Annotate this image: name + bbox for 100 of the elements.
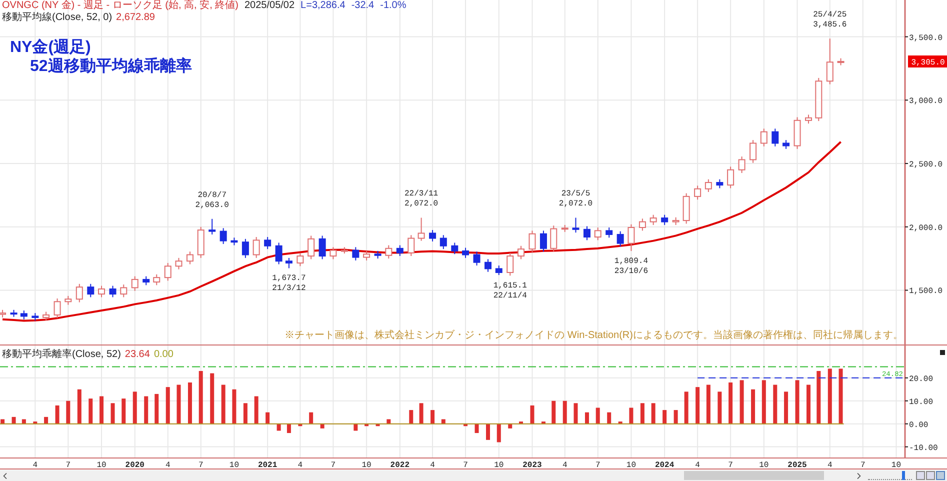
axis-label: 2,500.0 xyxy=(909,160,943,170)
candlestick xyxy=(264,236,272,250)
price-change: -32.4 xyxy=(351,0,374,12)
deviation-bar xyxy=(596,408,600,424)
deviation-bar xyxy=(386,419,391,424)
candlestick xyxy=(98,285,106,298)
candlestick xyxy=(484,258,492,272)
last-price: L=3,286.4 xyxy=(300,0,346,12)
axis-label: 10 xyxy=(626,461,636,470)
deviation-bar xyxy=(751,389,756,424)
axis-label: 7 xyxy=(860,461,866,470)
deviation-bar xyxy=(629,408,634,424)
axis-label: 4 xyxy=(828,461,832,470)
candlestick xyxy=(340,246,348,254)
axis-label: 2023 xyxy=(522,461,542,470)
scroll-thumb[interactable] xyxy=(684,471,824,480)
candlestick xyxy=(760,128,768,147)
candlestick xyxy=(716,178,724,189)
candlestick xyxy=(42,311,50,322)
deviation-bar xyxy=(221,384,226,424)
candlestick xyxy=(164,262,172,282)
annotation-label: 22/3/11 2,072.0 xyxy=(404,190,438,209)
annotation-label: 25/4/25 3,485.6 xyxy=(813,10,847,30)
candlestick xyxy=(64,295,72,306)
deviation-bar xyxy=(188,382,192,424)
annotation-label: 1,809.4 23/10/6 xyxy=(614,257,648,276)
candlestick xyxy=(440,234,447,250)
deviation-bar xyxy=(376,424,380,426)
candlestick xyxy=(131,276,138,292)
candlestick xyxy=(396,244,404,257)
candlestick xyxy=(826,38,834,85)
candlestick xyxy=(682,192,690,224)
deviation-bar xyxy=(243,403,248,424)
deviation-bar xyxy=(784,392,788,424)
candlestick xyxy=(672,216,680,226)
axis-label: 4 xyxy=(695,461,700,470)
annotation-label: 23/5/5 2,072.0 xyxy=(558,190,593,209)
candlestick xyxy=(175,257,182,270)
candlestick xyxy=(782,140,790,150)
candlestick xyxy=(661,214,668,226)
candlestick xyxy=(528,230,536,253)
deviation-bar xyxy=(486,424,490,440)
deviation-bar xyxy=(110,403,115,424)
zoom-slider[interactable] xyxy=(868,471,912,480)
deviation-bar xyxy=(718,392,722,424)
deviation-bar xyxy=(508,424,512,428)
deviation-bar xyxy=(838,368,843,424)
axis-label: 4 xyxy=(298,461,303,470)
candlestick xyxy=(650,214,657,226)
candlestick xyxy=(363,250,370,261)
candlestick xyxy=(76,283,83,303)
candlestick xyxy=(408,234,415,257)
axis-label: 4 xyxy=(430,461,435,470)
axis-label: 4 xyxy=(165,461,170,470)
candlestick xyxy=(518,245,524,260)
candlestick xyxy=(495,265,502,276)
axis-label: 0.00 xyxy=(909,420,928,430)
candlestick xyxy=(837,58,844,66)
deviation-bar xyxy=(696,387,700,424)
candlestick xyxy=(352,246,360,261)
candlestick xyxy=(374,250,382,260)
candlestick xyxy=(473,251,480,266)
deviation-bar xyxy=(828,368,832,424)
candlestick xyxy=(418,217,425,242)
deviation-bar xyxy=(298,424,302,426)
deviation-bar xyxy=(773,384,778,424)
deviation-bar xyxy=(464,424,468,426)
deviation-bar xyxy=(530,405,534,424)
deviation-bar xyxy=(430,410,435,424)
deviation-bar xyxy=(12,416,16,424)
deviation-bar xyxy=(419,403,424,424)
candlestick xyxy=(540,230,547,252)
indicator-value: 0.00 xyxy=(154,348,174,362)
candlestick xyxy=(109,285,116,298)
deviation-bar xyxy=(496,424,501,442)
axis-label: 10 xyxy=(891,461,902,470)
candlestick xyxy=(242,238,249,258)
candlestick xyxy=(638,218,646,232)
axis-label: 3,000.0 xyxy=(909,97,943,106)
deviation-bar xyxy=(618,422,622,424)
axis-label: 10.00 xyxy=(909,398,934,407)
deviation-bar xyxy=(44,416,48,424)
panel-toggle-icon[interactable] xyxy=(940,350,945,355)
deviation-bar xyxy=(22,419,26,424)
candlestick xyxy=(120,284,128,298)
candlestick xyxy=(318,235,326,260)
deviation-bar xyxy=(144,396,148,424)
deviation-bar xyxy=(166,387,170,424)
indicator-label: 移動平均線(Close, 52, 0) xyxy=(2,12,112,24)
deviation-bar xyxy=(232,389,236,424)
candlestick xyxy=(572,217,580,234)
candlestick xyxy=(694,185,702,200)
candlestick xyxy=(429,230,436,242)
candlestick xyxy=(815,77,822,122)
candlestick xyxy=(594,227,602,241)
deviation-bar xyxy=(176,384,181,424)
axis-label: -10.00 xyxy=(909,444,938,453)
candlestick xyxy=(275,242,282,265)
axis-label: 10 xyxy=(96,461,106,470)
candlestick xyxy=(462,247,470,258)
